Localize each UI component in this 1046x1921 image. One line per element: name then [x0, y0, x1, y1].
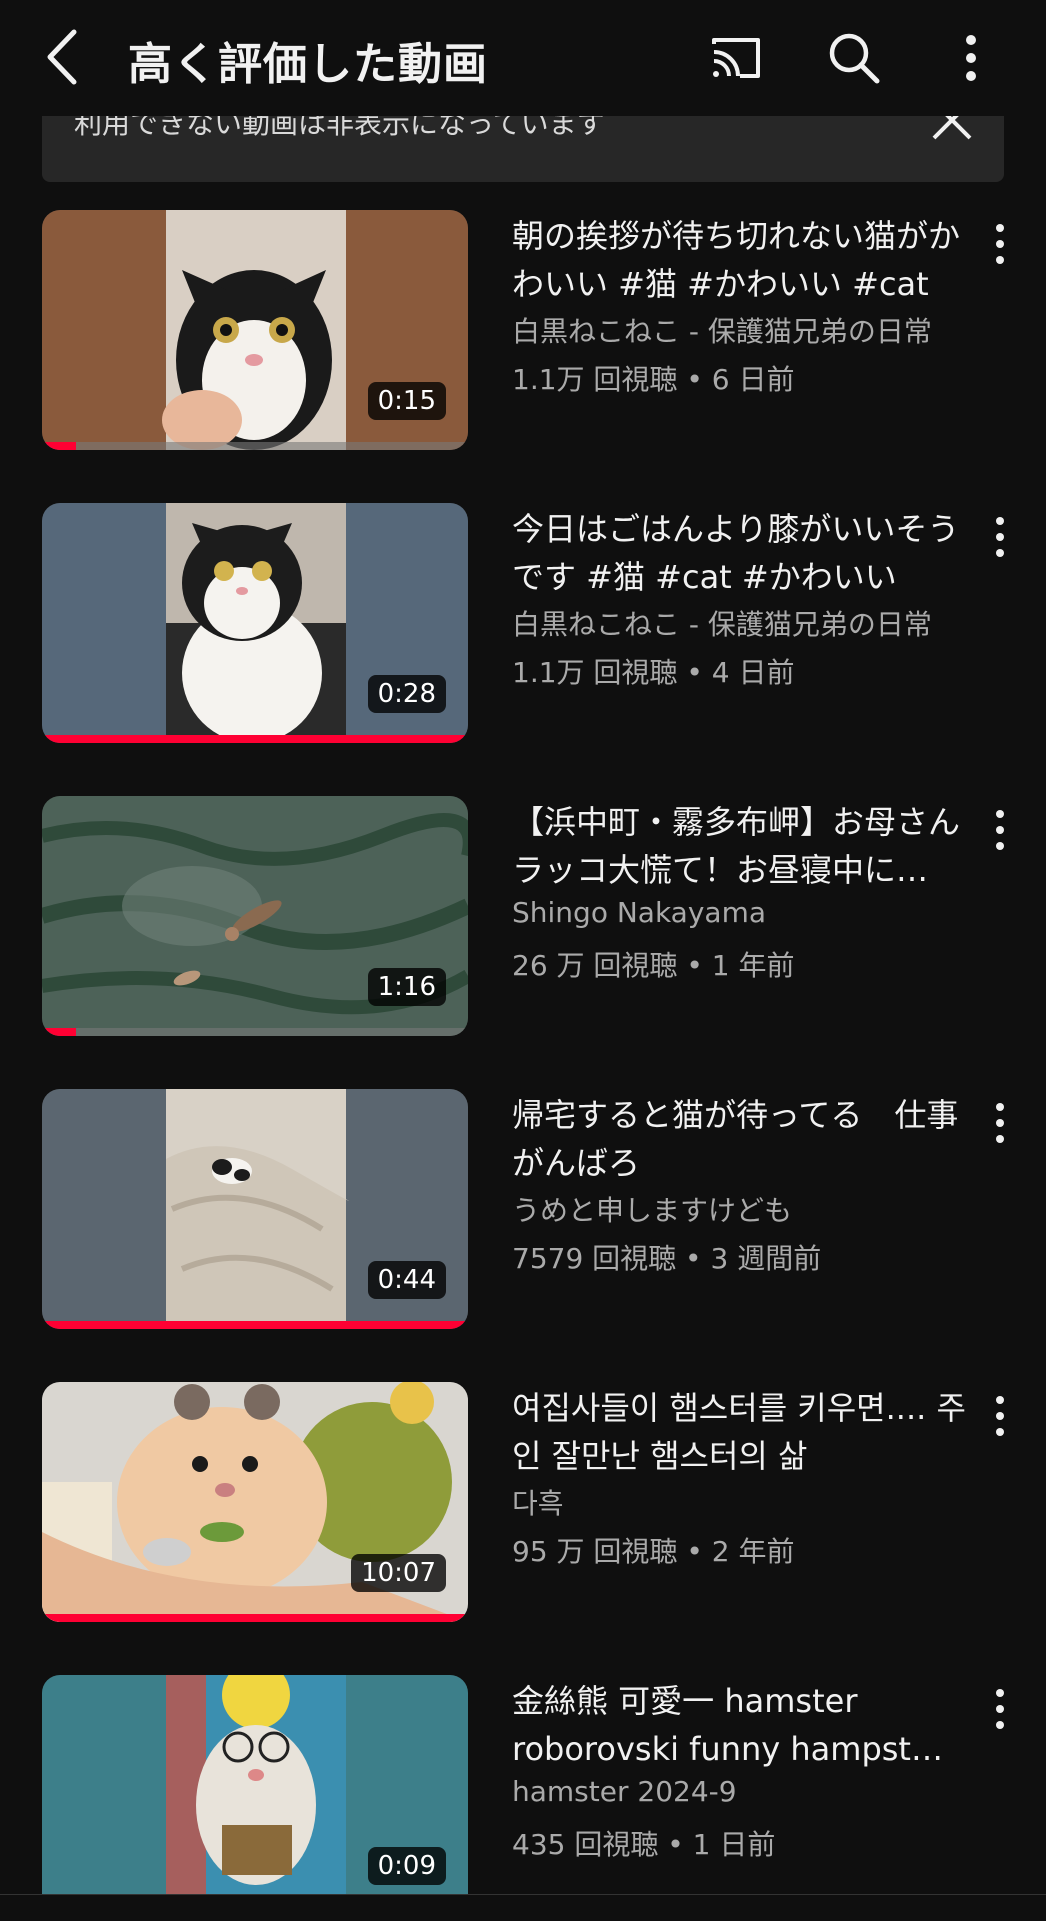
more-vertical-icon[interactable]: [984, 806, 1016, 858]
video-thumbnail[interactable]: 10:07: [42, 1382, 468, 1622]
channel-name[interactable]: うめと申しますけども: [512, 1189, 982, 1229]
video-title[interactable]: 【浜中町・霧多布岬】お母さんラッコ大慌て！お昼寝中に…: [512, 798, 982, 894]
video-thumbnail[interactable]: 0:09: [42, 1675, 468, 1915]
video-title[interactable]: 金絲熊 可愛一 hamster roborovski funny hampst…: [512, 1677, 982, 1773]
channel-name[interactable]: 다흑: [512, 1482, 982, 1522]
more-vertical-icon[interactable]: [984, 1685, 1016, 1737]
video-meta: 26 万 回視聴 • 1 年前: [512, 949, 795, 982]
video-meta: 7579 回視聴 • 3 週間前: [512, 1242, 822, 1275]
watch-progress-bar: [42, 1028, 77, 1036]
duration-badge: 10:07: [351, 1554, 446, 1592]
bottom-navigation-bar: [0, 1894, 1046, 1921]
notice-text: 利用できない動画は非表示になっています: [74, 116, 605, 140]
video-row[interactable]: 0:09 金絲熊 可愛一 hamster roborovski funny ha…: [0, 1675, 1046, 1915]
video-title[interactable]: 朝の挨拶が待ち切れない猫がかわいい #猫 #かわいい #cat: [512, 212, 982, 308]
video-meta: 1.1万 回視聴 • 6 日前: [512, 363, 795, 396]
video-meta: 1.1万 回視聴 • 4 日前: [512, 656, 795, 689]
video-thumbnail[interactable]: 0:28: [42, 503, 468, 743]
watch-progress-bar: [42, 735, 468, 743]
more-vertical-icon[interactable]: [984, 1099, 1016, 1151]
video-row[interactable]: 1:16 【浜中町・霧多布岬】お母さんラッコ大慌て！お昼寝中に… Shingo …: [0, 796, 1046, 1036]
progress-track: [42, 442, 468, 450]
duration-badge: 0:28: [367, 675, 446, 713]
duration-badge: 0:44: [367, 1261, 446, 1299]
page-title: 高く評価した動画: [128, 39, 488, 90]
watch-progress-bar: [42, 1614, 468, 1622]
channel-name[interactable]: 白黒ねこねこ - 保護猫兄弟の日常: [512, 603, 982, 643]
watch-progress-bar: [42, 1321, 468, 1329]
app-header: 高く評価した動画: [0, 0, 1046, 116]
video-thumbnail[interactable]: 1:16: [42, 796, 468, 1036]
duration-badge: 0:15: [367, 382, 446, 420]
video-title[interactable]: 여집사들이 햄스터를 키우면.... 주인 잘만난 햄스터의 삶: [512, 1384, 982, 1480]
video-row[interactable]: 10:07 여집사들이 햄스터를 키우면.... 주인 잘만난 햄스터의 삶 다…: [0, 1382, 1046, 1622]
cast-icon[interactable]: [708, 30, 764, 86]
duration-badge: 0:09: [367, 1847, 446, 1885]
video-meta: 435 回視聴 • 1 日前: [512, 1828, 776, 1861]
close-icon[interactable]: [930, 116, 974, 156]
video-thumbnail[interactable]: 0:15: [42, 210, 468, 450]
channel-name[interactable]: hamster 2024-9: [512, 1775, 982, 1808]
channel-name[interactable]: 白黒ねこねこ - 保護猫兄弟の日常: [512, 310, 982, 350]
more-vertical-icon[interactable]: [950, 30, 992, 86]
video-row[interactable]: 0:44 帰宅すると猫が待ってる 仕事がんばろ うめと申しますけども 7579 …: [0, 1089, 1046, 1329]
video-row[interactable]: 0:15 朝の挨拶が待ち切れない猫がかわいい #猫 #かわいい #cat 白黒ね…: [0, 210, 1046, 450]
more-vertical-icon[interactable]: [984, 220, 1016, 272]
video-thumbnail[interactable]: 0:44: [42, 1089, 468, 1329]
channel-name[interactable]: Shingo Nakayama: [512, 896, 982, 929]
search-icon[interactable]: [826, 30, 882, 86]
video-row[interactable]: 0:28 今日はごはんより膝がいいそうです #猫 #cat #かわいい 白黒ねこ…: [0, 503, 1046, 743]
video-title[interactable]: 帰宅すると猫が待ってる 仕事がんばろ: [512, 1091, 982, 1187]
progress-track: [42, 1028, 468, 1036]
video-title[interactable]: 今日はごはんより膝がいいそうです #猫 #cat #かわいい: [512, 505, 982, 601]
video-meta: 95 万 回視聴 • 2 年前: [512, 1535, 795, 1568]
back-arrow-icon[interactable]: [40, 26, 90, 88]
hidden-videos-notice: 利用できない動画は非表示になっています: [42, 116, 1004, 182]
watch-progress-bar: [42, 442, 77, 450]
more-vertical-icon[interactable]: [984, 513, 1016, 565]
duration-badge: 1:16: [367, 968, 446, 1006]
more-vertical-icon[interactable]: [984, 1392, 1016, 1444]
